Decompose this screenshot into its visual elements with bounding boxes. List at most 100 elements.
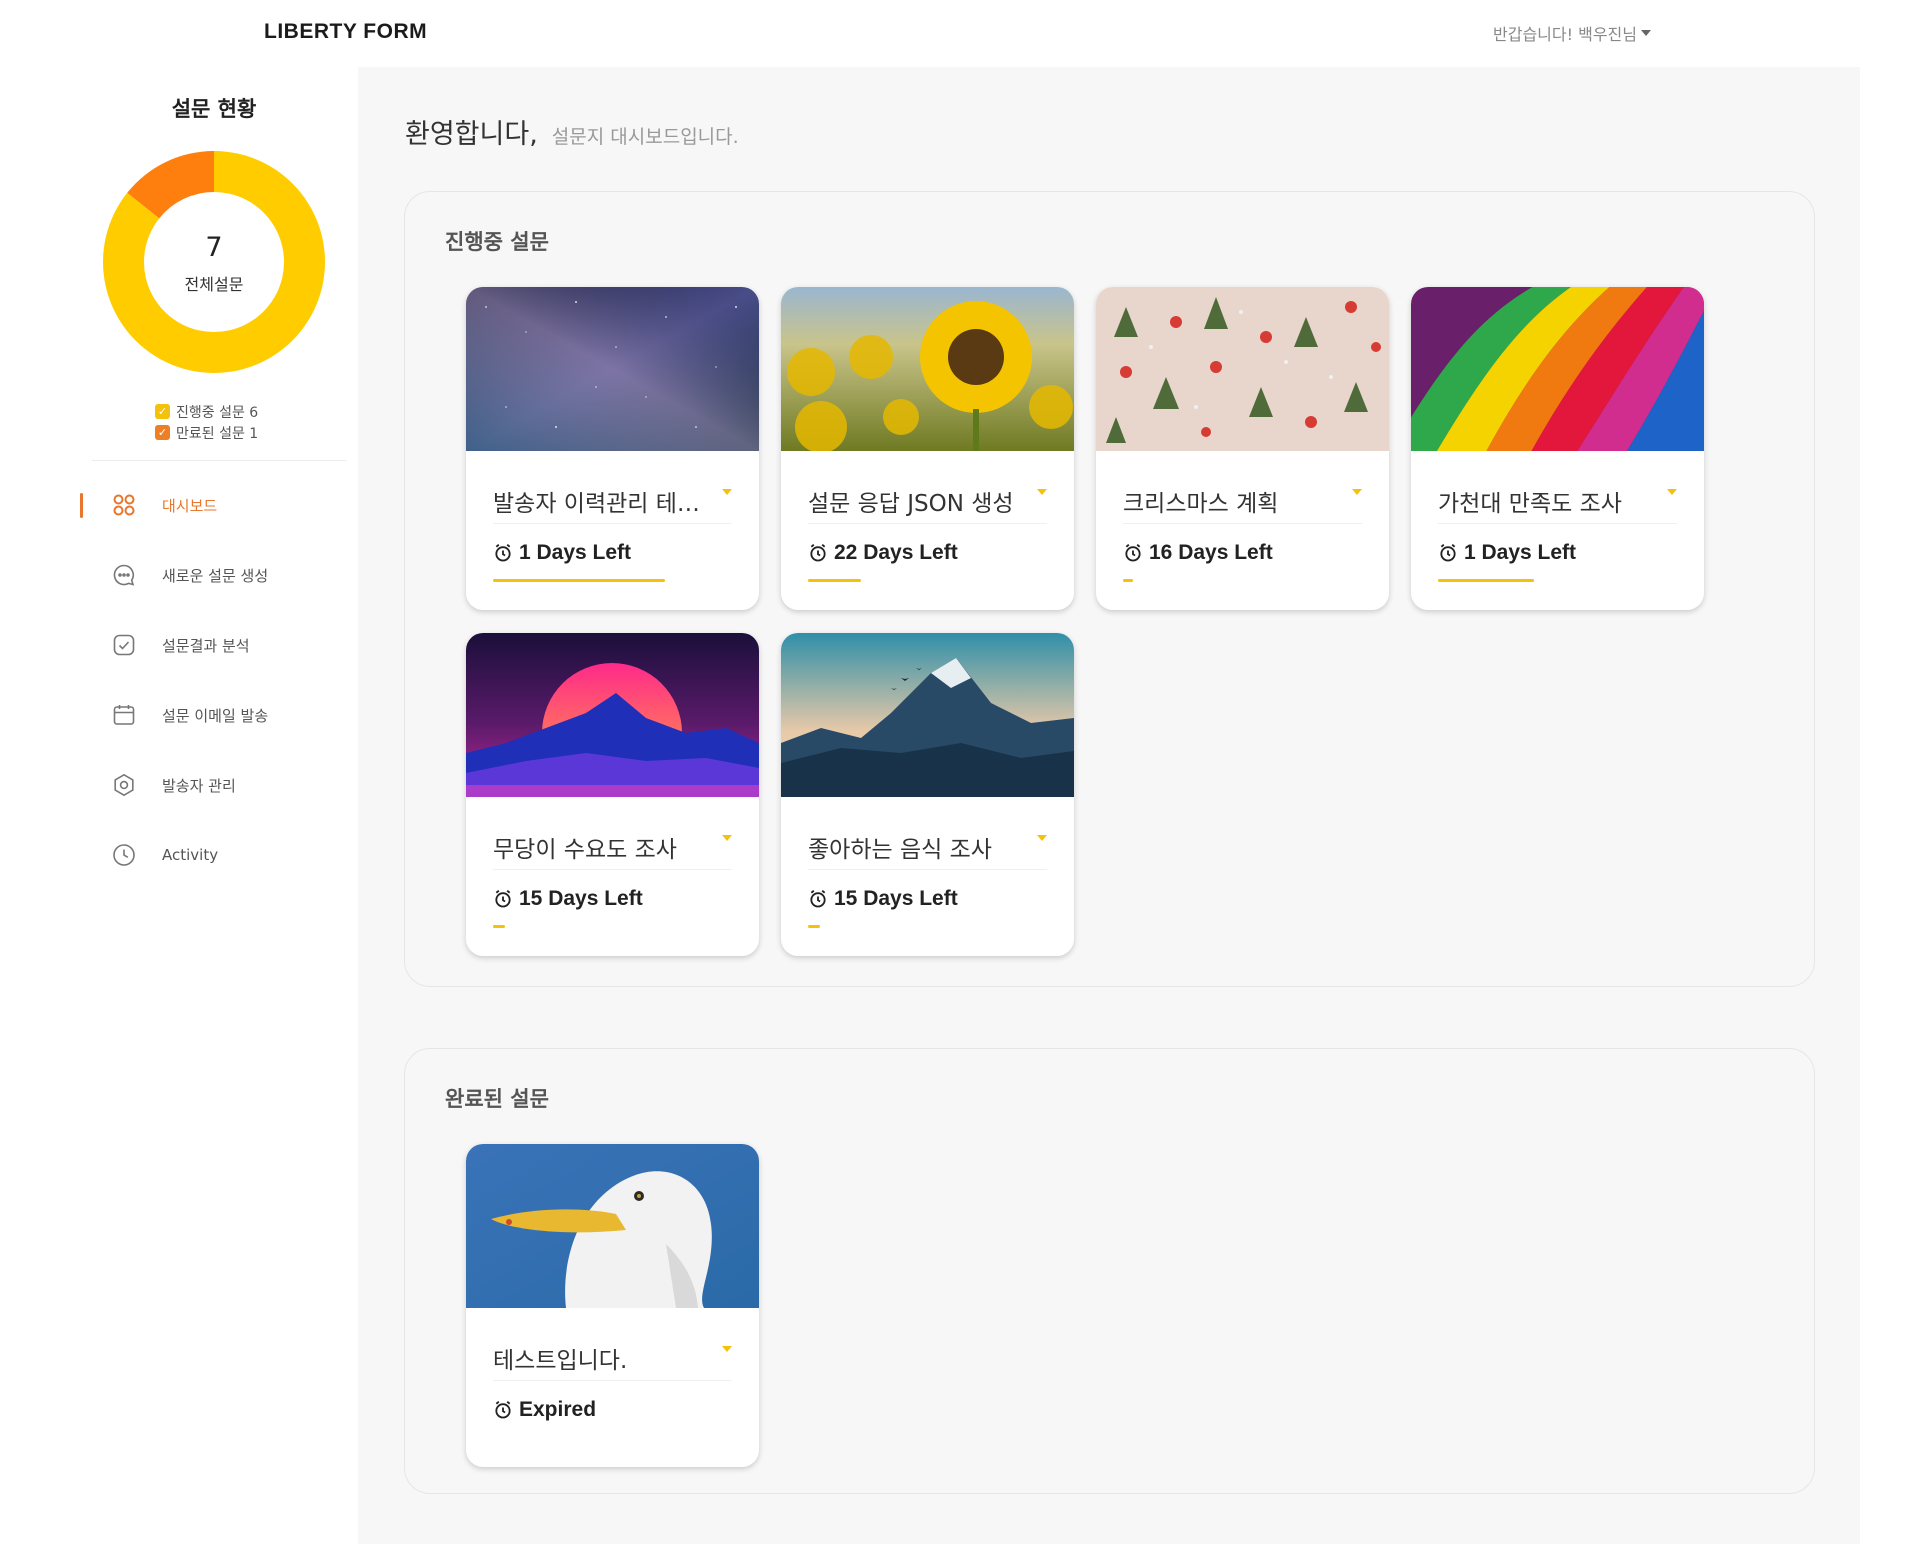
survey-card-deadline: Expired — [493, 1398, 596, 1422]
sidebar-item-activity[interactable]: Activity — [0, 820, 358, 890]
card-menu-caret-icon[interactable] — [722, 835, 732, 841]
sidebar-item-label: Activity — [162, 846, 219, 864]
sidebar-item-dashboard[interactable]: 대시보드 — [0, 470, 358, 540]
sidebar-item-label: 발송자 관리 — [162, 776, 236, 795]
legend-item-active[interactable]: ✓ 진행중 설문 6 — [155, 401, 258, 422]
alarm-clock-icon — [495, 543, 511, 562]
sidebar-item-new-survey[interactable]: 새로운 설문 생성 — [0, 540, 358, 610]
survey-card-title: 설문 응답 JSON 생성 — [808, 491, 1014, 517]
survey-card-title: 가천대 만족도 조사 — [1438, 491, 1622, 517]
chat-icon — [111, 562, 137, 588]
christmas-pattern-image — [1096, 287, 1389, 451]
sidebar-item-label: 설문결과 분석 — [162, 636, 250, 655]
survey-card-title: 좋아하는 음식 조사 — [808, 837, 992, 863]
sidebar-item-email[interactable]: 설문 이메일 발송 — [0, 680, 358, 750]
survey-card[interactable]: 가천대 만족도 조사 1 Days Left — [1411, 287, 1704, 610]
total-survey-count: 7 — [205, 231, 223, 263]
survey-card-deadline: 1 Days Left — [493, 541, 631, 565]
check-icon — [111, 632, 137, 658]
user-greeting: 반갑습니다! 백우진님 — [1493, 25, 1637, 44]
card-menu-caret-icon[interactable] — [722, 489, 732, 495]
survey-card-deadline: 1 Days Left — [1438, 541, 1576, 565]
total-survey-label: 전체설문 — [184, 274, 244, 294]
legend-item-expired[interactable]: ✓ 만료된 설문 1 — [155, 422, 258, 443]
user-menu[interactable]: 반갑습니다! 백우진님 — [1493, 21, 1651, 45]
survey-card[interactable]: 설문 응답 JSON 생성 22 Days Left — [781, 287, 1074, 610]
survey-card-title: 테스트입니다. — [493, 1348, 628, 1374]
survey-card-title: 크리스마스 계획 — [1123, 491, 1279, 517]
alarm-clock-icon — [1440, 543, 1456, 562]
alarm-clock-icon — [1125, 543, 1141, 562]
welcome-subtitle: 설문지 대시보드입니다. — [551, 126, 739, 148]
card-divider — [493, 1380, 732, 1381]
sidebar-item-label: 대시보드 — [162, 496, 218, 515]
checkbox-checked-icon[interactable]: ✓ — [155, 404, 170, 419]
progress-bar — [808, 925, 820, 928]
seagull-photo-image — [466, 1144, 759, 1308]
sidebar-item-label: 설문 이메일 발송 — [162, 706, 269, 725]
welcome-title: 환영합니다, — [405, 119, 538, 150]
days-left-label: 22 Days Left — [834, 541, 958, 564]
survey-card[interactable]: 크리스마스 계획 16 Days Left — [1096, 287, 1389, 610]
expired-label: Expired — [519, 1398, 597, 1421]
sidebar-item-sender[interactable]: 발송자 관리 — [0, 750, 358, 820]
calendar-icon — [111, 702, 137, 728]
donut-center: 7 전체설문 — [103, 151, 325, 373]
survey-card[interactable]: 테스트입니다. Expired — [466, 1144, 759, 1467]
panel-title: 진행중 설문 — [445, 230, 549, 254]
sidebar-divider — [92, 460, 346, 461]
main-content: 환영합니다, 설문지 대시보드입니다. 진행중 설문 발송자 이력관리 테스트 … — [358, 67, 1860, 1544]
card-divider — [493, 523, 732, 524]
clock-icon — [111, 842, 137, 868]
survey-card-title: 무당이 수요도 조사 — [493, 837, 677, 863]
survey-card-deadline: 16 Days Left — [1123, 541, 1273, 565]
survey-card-deadline: 22 Days Left — [808, 541, 958, 565]
sidebar-item-label: 새로운 설문 생성 — [162, 566, 269, 585]
alarm-clock-icon — [495, 1400, 511, 1419]
sidebar-nav: 대시보드 새로운 설문 생성 설문결과 분석 설문 이메일 발송 발송자 관리 … — [0, 470, 358, 890]
card-menu-caret-icon[interactable] — [1667, 489, 1677, 495]
days-left-label: 15 Days Left — [834, 887, 958, 910]
days-left-label: 16 Days Left — [1149, 541, 1273, 564]
card-menu-caret-icon[interactable] — [722, 1346, 732, 1352]
survey-card-deadline: 15 Days Left — [493, 887, 643, 911]
checkbox-checked-icon[interactable]: ✓ — [155, 425, 170, 440]
legend-label: 진행중 설문 6 — [176, 404, 259, 421]
card-divider — [808, 869, 1047, 870]
days-left-label: 15 Days Left — [519, 887, 643, 910]
completed-surveys-panel: 완료된 설문 테스트입니다. Expired — [404, 1048, 1815, 1494]
survey-card[interactable]: 좋아하는 음식 조사 15 Days Left — [781, 633, 1074, 956]
progress-bar — [493, 579, 665, 582]
survey-card[interactable]: 발송자 이력관리 테스트 1 Days Left — [466, 287, 759, 610]
synthwave-mountains-image — [466, 633, 759, 797]
chart-legend: ✓ 진행중 설문 6 ✓ 만료된 설문 1 — [155, 401, 258, 443]
survey-card[interactable]: 무당이 수요도 조사 15 Days Left — [466, 633, 759, 956]
card-divider — [1123, 523, 1362, 524]
card-divider — [1438, 523, 1677, 524]
survey-card-deadline: 15 Days Left — [808, 887, 958, 911]
card-menu-caret-icon[interactable] — [1352, 489, 1362, 495]
alarm-clock-icon — [810, 543, 826, 562]
card-menu-caret-icon[interactable] — [1037, 489, 1047, 495]
panel-title: 완료된 설문 — [445, 1087, 549, 1111]
galaxy-night-sky-image — [466, 287, 759, 451]
sidebar: 설문 현황 7 전체설문 ✓ 진행중 설문 6 ✓ 만료된 설문 1 대시보드 — [0, 67, 358, 1544]
gear-icon — [111, 772, 137, 798]
active-surveys-panel: 진행중 설문 발송자 이력관리 테스트 1 Days Left 설문 응답 JS… — [404, 191, 1815, 987]
days-left-label: 1 Days Left — [519, 541, 632, 564]
progress-bar — [808, 579, 861, 582]
card-menu-caret-icon[interactable] — [1037, 835, 1047, 841]
card-divider — [808, 523, 1047, 524]
card-divider — [493, 869, 732, 870]
progress-bar — [1438, 579, 1534, 582]
alarm-clock-icon — [495, 889, 511, 908]
days-left-label: 1 Days Left — [1464, 541, 1577, 564]
survey-card-title: 발송자 이력관리 테스트 — [493, 491, 703, 517]
rainbow-paint-swirl-image — [1411, 287, 1704, 451]
progress-bar — [1123, 579, 1133, 582]
brand-logo[interactable]: LIBERTY FORM — [264, 20, 427, 44]
dashboard-icon — [111, 492, 137, 518]
sidebar-item-analysis[interactable]: 설문결과 분석 — [0, 610, 358, 680]
chevron-down-icon — [1640, 30, 1651, 36]
welcome-heading: 환영합니다, 설문지 대시보드입니다. — [405, 112, 739, 151]
